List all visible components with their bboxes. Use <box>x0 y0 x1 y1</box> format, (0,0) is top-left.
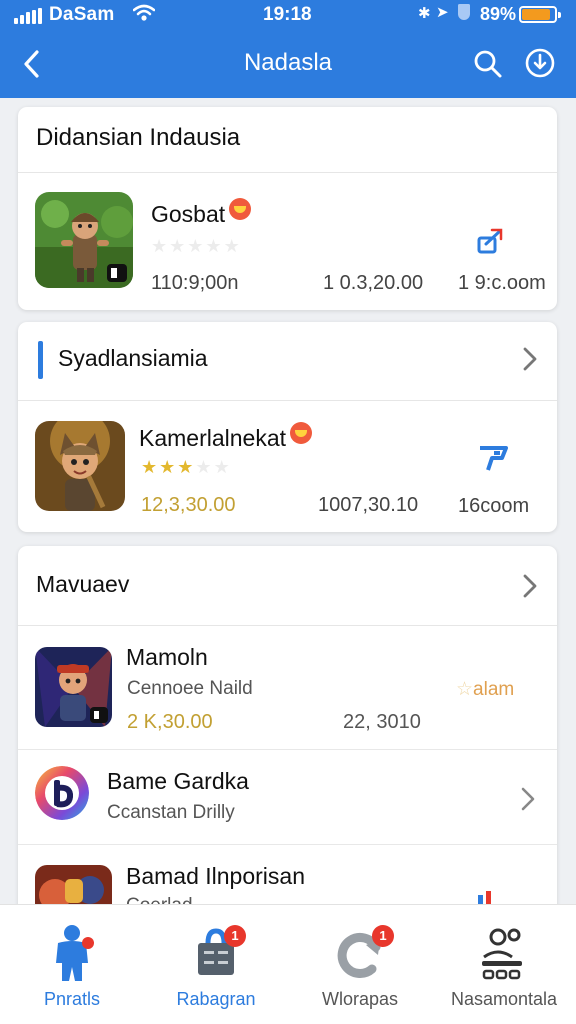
app-name-text: Gosbat <box>151 201 226 227</box>
rating-stars: ★★★★★ <box>151 236 242 257</box>
star-icon: ☆ <box>456 679 474 700</box>
star-icon: ★ <box>223 236 242 256</box>
section-card: Syadlansiamia Kamerlalnekat ★★★★★ 12,3,3… <box>18 322 557 532</box>
battery-percent: 89% <box>480 4 517 24</box>
section-header: Didansian Indausia <box>18 107 557 173</box>
search-icon <box>474 50 502 78</box>
rating-stars: ★★★★★ <box>141 457 232 478</box>
list-item[interactable]: Mamoln Cennoee Naild 2 K,30.00 22, 3010 … <box>18 627 557 749</box>
stat-1: 110:9;00n <box>151 272 239 294</box>
star-icon: ★ <box>169 236 188 256</box>
chevron-right-icon <box>521 787 535 811</box>
share-button[interactable] <box>474 224 508 258</box>
emoji-icon <box>229 198 252 220</box>
app-row[interactable]: Gosbat ★★★★★ 110:9;00n 1 0.3,20.00 1 9:c… <box>18 174 557 310</box>
app-icon <box>35 766 89 820</box>
star-icon: ★ <box>195 457 214 477</box>
user-group-icon <box>482 928 522 980</box>
stat-3: 1 9:c.oom <box>458 272 546 294</box>
tab-label: Pnratls <box>43 989 101 1009</box>
download-circle-icon <box>525 48 555 78</box>
status-bar: DaSam 19:18 ✱ ➤ 89% <box>0 0 576 30</box>
bluetooth-icon: ✱ <box>418 5 431 22</box>
tab-label: Wlorapas <box>321 989 399 1009</box>
share-icon <box>477 228 503 254</box>
flag-button[interactable] <box>476 442 510 476</box>
battery-icon <box>519 6 561 23</box>
tab-label: Nasamontala <box>450 989 558 1009</box>
section-header[interactable]: Mavuaev <box>18 546 557 626</box>
app-name: Mamoln <box>126 644 208 670</box>
chevron-right-icon <box>523 574 537 598</box>
bottom-tab-bar: Pnratls 1 Rabagran 1 Wlorapas Nasamontal… <box>0 904 576 1024</box>
stat-2: 22, 3010 <box>343 711 421 733</box>
section-title: Mavuaev <box>36 571 130 597</box>
app-name: Bame Gardka <box>107 768 249 794</box>
stat-1: 12,3,30.00 <box>141 494 236 516</box>
tab-label: Rabagran <box>176 989 256 1009</box>
navigation-bar: Nadasla <box>0 36 576 90</box>
app-name: Kamerlalnekat <box>139 422 313 452</box>
stat-2: 1 0.3,20.00 <box>323 272 424 294</box>
app-header: DaSam 19:18 ✱ ➤ 89% Nadasla <box>0 0 576 98</box>
section-card: Mavuaev Mamoln Cennoee Naild 2 K,30.00 2… <box>18 546 557 918</box>
status-time: 19:18 <box>263 4 312 25</box>
app-subtitle: Cennoee Naild <box>127 678 253 699</box>
star-icon: ★ <box>213 457 232 477</box>
emoji-icon <box>290 422 313 444</box>
star-icon: ★ <box>159 457 178 477</box>
app-name-text: Kamerlalnekat <box>139 425 287 451</box>
notification-badge: 1 <box>224 925 246 947</box>
section-header[interactable]: Syadlansiamia <box>18 322 557 401</box>
tag-label: ☆alam <box>456 679 515 700</box>
app-icon <box>35 421 125 511</box>
tab-nasamontala[interactable]: Nasamontala <box>432 905 576 1024</box>
stat-3: 16coom <box>458 495 530 517</box>
flag-icon <box>480 446 508 471</box>
star-icon: ★ <box>141 457 160 477</box>
wifi-icon <box>132 4 156 27</box>
accent-bar <box>38 341 43 379</box>
carrier-name: DaSam <box>49 4 115 25</box>
tab-wlorapas[interactable]: 1 Wlorapas <box>288 905 432 1024</box>
app-icon <box>35 647 112 727</box>
section-card: Didansian Indausia Gosbat ★★★★★ 110:9;00… <box>18 107 557 310</box>
shield-icon <box>458 4 470 20</box>
app-row[interactable]: Kamerlalnekat ★★★★★ 12,3,30.00 1007,30.1… <box>18 402 557 532</box>
notification-badge: 1 <box>372 925 394 947</box>
person-icon <box>56 925 94 981</box>
list-item[interactable]: Bame Gardka Ccanstan Drilly <box>18 750 557 844</box>
star-icon: ★ <box>151 236 170 256</box>
location-icon: ➤ <box>436 4 449 21</box>
star-icon: ★ <box>205 236 224 256</box>
app-name: Bamad Ilnporisan <box>126 863 305 889</box>
app-icon <box>35 192 133 288</box>
section-title: Syadlansiamia <box>58 345 208 371</box>
stat-1: 2 K,30.00 <box>127 711 213 733</box>
tab-pnratls[interactable]: Pnratls <box>0 905 144 1024</box>
section-title: Didansian Indausia <box>36 124 241 151</box>
chevron-right-icon <box>523 347 537 371</box>
app-name: Gosbat <box>151 198 252 228</box>
stat-2: 1007,30.10 <box>318 494 419 516</box>
star-icon: ★ <box>177 457 196 477</box>
star-icon: ★ <box>187 236 206 256</box>
signal-icon <box>14 8 42 24</box>
download-button[interactable] <box>522 45 558 81</box>
tab-rabagran[interactable]: 1 Rabagran <box>144 905 288 1024</box>
search-button[interactable] <box>470 46 506 82</box>
app-subtitle: Ccanstan Drilly <box>107 802 235 823</box>
